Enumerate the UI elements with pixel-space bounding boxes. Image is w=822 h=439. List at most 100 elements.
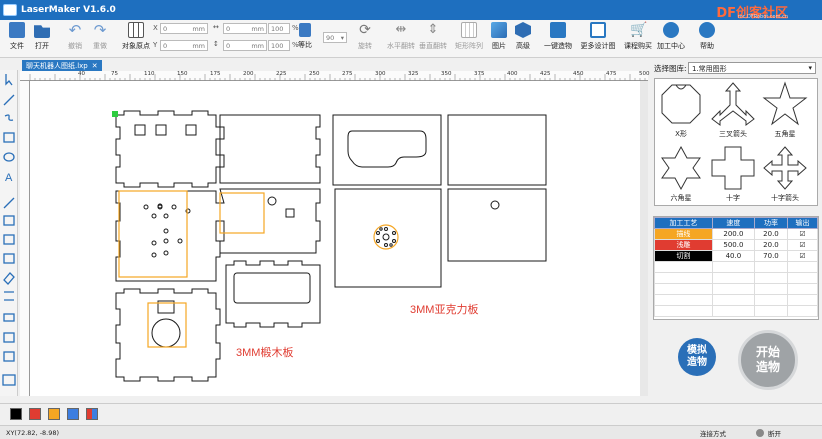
process-power[interactable]: 70.0 — [753, 250, 789, 262]
acrylic-panel-side[interactable] — [447, 114, 547, 186]
shape-six-star[interactable]: 六角星 — [657, 145, 705, 207]
text-tool-icon[interactable]: A — [5, 172, 13, 184]
advanced-button[interactable]: 高级 — [506, 22, 540, 51]
height-icon: ↕ — [213, 40, 219, 48]
help-button[interactable]: 帮助 — [690, 22, 724, 51]
five-star-icon — [762, 81, 808, 126]
align-tool-icon[interactable] — [4, 291, 14, 301]
course-shop-button[interactable]: 🛒 课程购买 — [621, 22, 655, 51]
design-drawing[interactable]: 3MM椴木板 3MM亚克力板 — [30, 81, 640, 396]
process-speed[interactable]: 500.0 — [711, 239, 755, 251]
simulate-button[interactable]: 模拟 造物 — [678, 338, 716, 376]
shape-x[interactable]: X形 — [657, 81, 705, 143]
group-tool-icon[interactable] — [3, 351, 15, 362]
line-tool-icon[interactable] — [3, 94, 15, 106]
wood-panel-side-c[interactable] — [225, 260, 321, 328]
status-bar: XY(72.82, -8.98) 连接方式 断开 — [0, 425, 822, 439]
rectangle-tool-icon[interactable] — [3, 132, 15, 143]
redo-button[interactable]: ↷ 重做 — [83, 22, 117, 51]
start-button[interactable]: 开始 造物 — [738, 330, 798, 390]
measure-tool-icon[interactable] — [3, 313, 15, 322]
wood-label: 3MM椴木板 — [236, 345, 293, 359]
frame-tool-icon[interactable] — [3, 234, 15, 245]
design-canvas[interactable]: 3MM椴木板 3MM亚克力板 — [30, 81, 648, 396]
file-icon — [9, 22, 25, 38]
table-tool-icon[interactable] — [3, 215, 15, 226]
lock-ratio-button[interactable]: 等比 — [288, 22, 322, 50]
color-swatch[interactable] — [67, 408, 79, 420]
flip-vertical-button[interactable]: ⇕ 垂直翻转 — [414, 22, 452, 51]
wood-panel-side-a[interactable] — [219, 114, 321, 184]
wood-panel-top[interactable] — [115, 110, 221, 188]
output-checkbox[interactable]: ☑ — [787, 250, 818, 262]
wood-hole[interactable] — [285, 208, 295, 218]
acrylic-panel-speaker[interactable] — [334, 188, 442, 288]
process-power[interactable]: 20.0 — [753, 239, 789, 251]
library-label: 选择图库: — [654, 64, 687, 73]
wood-hole[interactable] — [155, 124, 167, 136]
width-percent-field[interactable]: 100 — [268, 23, 290, 34]
acrylic-speaker-grille[interactable] — [376, 227, 396, 247]
process-name[interactable]: 描线 — [654, 228, 713, 240]
acrylic-cutout[interactable] — [347, 130, 427, 168]
acrylic-panel-top[interactable] — [332, 114, 442, 186]
output-checkbox[interactable]: ☑ — [787, 239, 818, 251]
select-arrow-icon[interactable] — [5, 74, 13, 86]
layer-tool-icon[interactable] — [3, 332, 15, 343]
curve-tool-icon[interactable] — [4, 114, 14, 121]
process-row[interactable]: 浅雕 500.0 20.0 ☑ — [654, 239, 818, 251]
shape-cross-arrow[interactable]: 十字箭头 — [761, 145, 809, 207]
acrylic-panel-small[interactable] — [447, 188, 547, 262]
wood-hole[interactable] — [134, 124, 146, 136]
open-button[interactable]: 打开 — [25, 22, 59, 51]
shape-trident-arrow[interactable]: 三叉箭头 — [709, 81, 757, 143]
more-designs-button[interactable]: 更多设计图 — [580, 22, 616, 51]
object-origin-button[interactable]: 对象原点 — [116, 22, 156, 51]
connection-status: 断开 — [768, 429, 781, 438]
cross-icon — [711, 146, 755, 190]
output-checkbox[interactable]: ☑ — [787, 228, 818, 240]
angle-field[interactable]: 90 ▾ — [323, 32, 347, 43]
shape-five-star[interactable]: 五角星 — [761, 81, 809, 143]
color-swatch[interactable] — [29, 408, 41, 420]
height-percent-field[interactable]: 100 — [268, 40, 290, 51]
selection-handle[interactable] — [112, 111, 118, 117]
rotate-button[interactable]: ⟳ 旋转 — [348, 22, 382, 51]
one-click-make-button[interactable]: 一键造物 — [540, 22, 576, 51]
close-tab-icon[interactable]: ✕ — [92, 62, 98, 70]
process-power[interactable]: 20.0 — [753, 228, 789, 240]
color-swatch[interactable] — [86, 408, 98, 420]
wood-hole[interactable] — [267, 196, 277, 206]
shape-cross[interactable]: 十字 — [709, 145, 757, 207]
height-field[interactable]: 0 mm — [223, 40, 267, 51]
process-speed[interactable]: 200.0 — [711, 228, 755, 240]
wood-speaker-hole[interactable] — [151, 318, 181, 348]
process-name[interactable]: 切割 — [654, 250, 713, 262]
process-name[interactable]: 浅雕 — [654, 239, 713, 251]
x-shape-icon — [661, 84, 701, 124]
image-tool-icon[interactable] — [3, 253, 15, 264]
process-row[interactable]: 描线 200.0 20.0 ☑ — [654, 228, 818, 240]
eraser-tool-icon[interactable] — [3, 272, 15, 285]
color-swatch[interactable] — [48, 408, 60, 420]
width-field[interactable]: 0 mm — [223, 23, 267, 34]
x-field[interactable]: 0 mm — [160, 23, 208, 34]
y-field[interactable]: 0 mm — [160, 40, 208, 51]
wood-window[interactable] — [233, 272, 311, 304]
wood-front-holes[interactable] — [143, 203, 191, 258]
ellipse-tool-icon[interactable] — [3, 152, 15, 162]
machine-tool-icon[interactable] — [2, 374, 16, 386]
pen-tool-icon[interactable] — [3, 197, 15, 209]
engrave-layer[interactable] — [118, 190, 399, 348]
process-row[interactable]: 切割 40.0 70.0 ☑ — [654, 250, 818, 262]
color-swatch[interactable] — [10, 408, 22, 420]
processing-center-button[interactable]: 加工中心 — [654, 22, 688, 51]
wood-panel-side-b[interactable] — [219, 188, 321, 254]
process-speed[interactable]: 40.0 — [711, 250, 755, 262]
document-tab[interactable]: 聊天机器人图纸.lxp ✕ — [22, 60, 102, 71]
library-select[interactable]: 1.常用图形 ▾ — [688, 62, 816, 74]
acrylic-hole[interactable] — [490, 200, 500, 210]
wood-panel-front[interactable] — [115, 190, 221, 282]
y-label: Y — [153, 41, 158, 49]
wood-hole[interactable] — [185, 124, 197, 136]
